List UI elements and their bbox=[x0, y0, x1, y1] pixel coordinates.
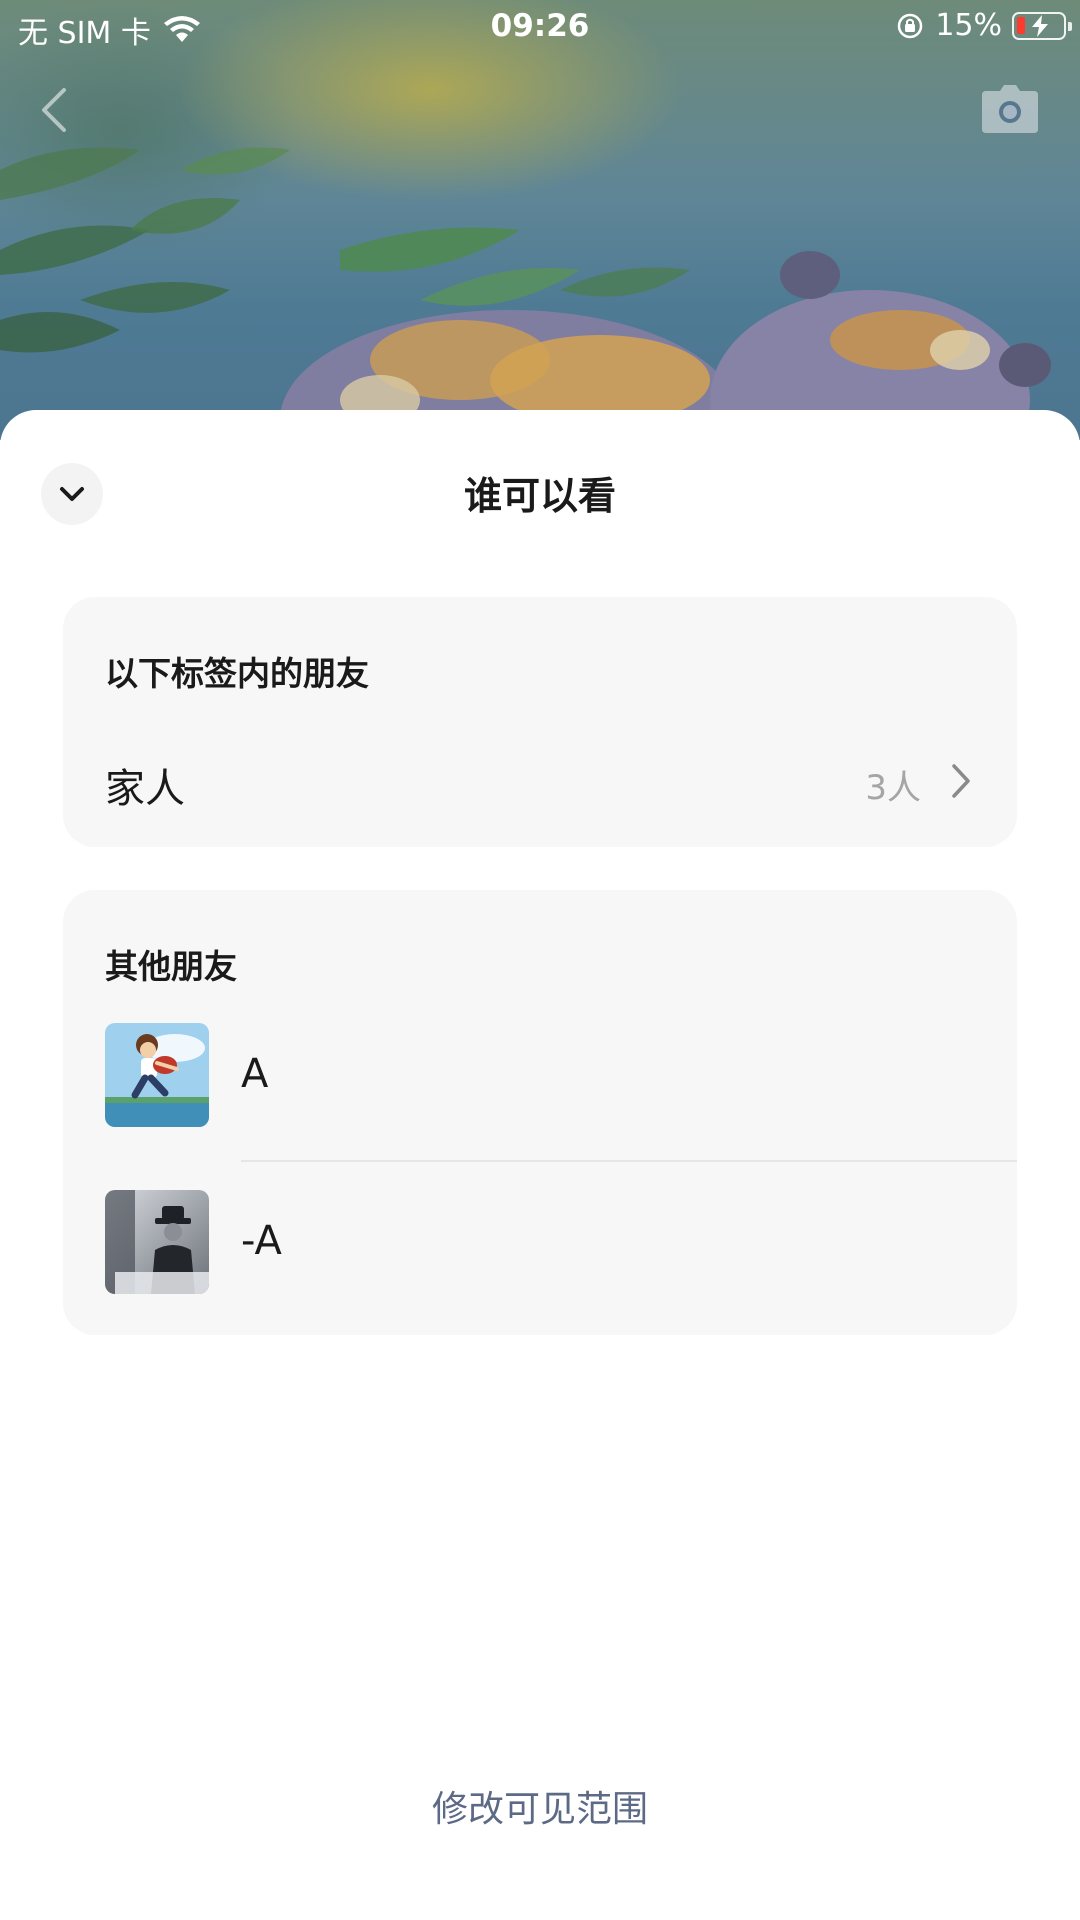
other-friends-header: 其他朋友 bbox=[105, 947, 237, 986]
status-right: 15% bbox=[895, 8, 1072, 43]
avatar bbox=[105, 1190, 209, 1294]
status-bar: 无 SIM 卡 09:26 15% bbox=[0, 0, 1080, 56]
sheet-title: 谁可以看 bbox=[463, 474, 616, 518]
modify-visibility-button[interactable]: 修改可见范围 bbox=[0, 1780, 1080, 1832]
moments-visibility-screen: 无 SIM 卡 09:26 15% 谁可以看 以下标签内的朋友 家人 3人 其他… bbox=[0, 0, 1080, 1920]
tag-member-count: 3人 bbox=[865, 768, 921, 808]
camera-button[interactable] bbox=[982, 85, 1038, 133]
orientation-lock-icon bbox=[898, 13, 923, 38]
chevron-left-icon bbox=[42, 88, 66, 132]
tag-name: 家人 bbox=[105, 766, 185, 812]
friend-name: A bbox=[241, 1051, 269, 1097]
charging-bolt-icon bbox=[1032, 14, 1048, 37]
battery-level bbox=[1017, 16, 1025, 34]
row-divider bbox=[241, 1160, 1017, 1162]
camera-icon bbox=[982, 85, 1038, 133]
avatar bbox=[105, 1023, 209, 1127]
friend-row[interactable]: -A bbox=[63, 1190, 1017, 1300]
cover-image bbox=[0, 0, 1080, 440]
friend-row[interactable]: A bbox=[63, 1023, 1017, 1133]
visibility-sheet: 谁可以看 以下标签内的朋友 家人 3人 其他朋友 A -A 修改可见范围 bbox=[0, 410, 1080, 1920]
friend-name: -A bbox=[241, 1218, 282, 1264]
tag-friends-card: 以下标签内的朋友 家人 3人 bbox=[63, 597, 1017, 847]
tag-row-family[interactable]: 家人 3人 bbox=[63, 742, 1017, 822]
back-button[interactable] bbox=[30, 80, 80, 140]
tag-section-header: 以下标签内的朋友 bbox=[105, 654, 369, 693]
battery-percent: 15% bbox=[935, 8, 1002, 43]
chevron-right-icon bbox=[952, 764, 970, 798]
other-friends-card: 其他朋友 A -A bbox=[63, 890, 1017, 1335]
battery-icon bbox=[1012, 11, 1072, 40]
